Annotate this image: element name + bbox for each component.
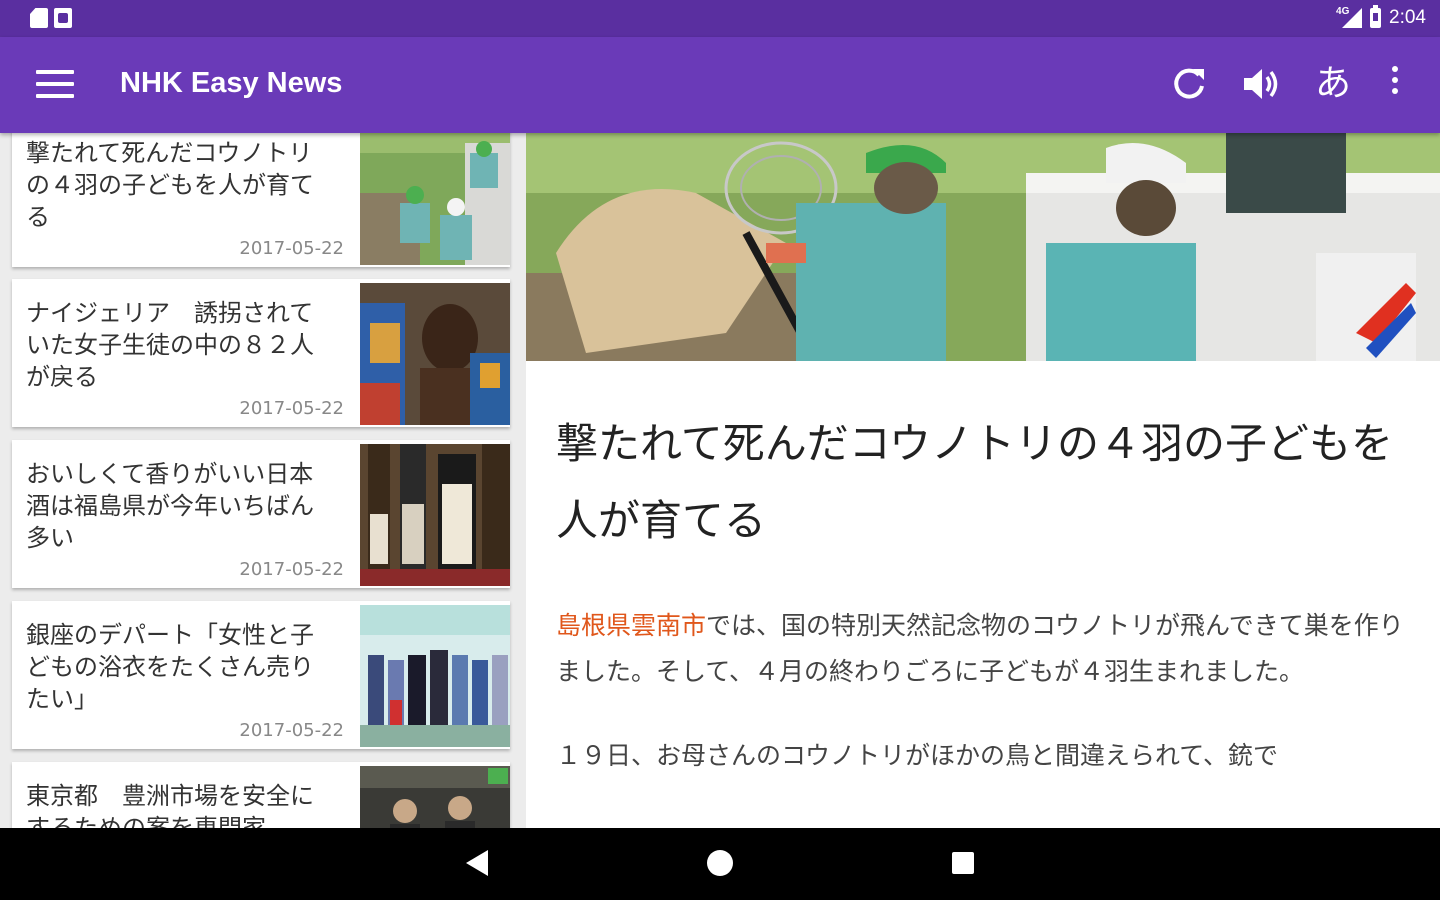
- app-title: NHK Easy News: [120, 67, 343, 99]
- menu-icon[interactable]: [36, 70, 74, 100]
- recents-icon[interactable]: [952, 852, 974, 874]
- article-card-date: 2017-05-22: [239, 238, 344, 259]
- article-card-title: 東京都 豊洲市場を安全にするための案を専門家: [26, 782, 314, 828]
- article-card[interactable]: 撃たれて死んだコウノトリの４羽の子どもを人が育てる 2017-05-22: [12, 133, 510, 267]
- photo-icon: [54, 8, 72, 28]
- signal-icon: 4G: [1336, 6, 1363, 28]
- navigation-bar: [0, 828, 1440, 900]
- battery-icon: [1370, 5, 1382, 28]
- article-card[interactable]: おいしくて香りがいい日本酒は福島県が今年いちばん多い 2017-05-22: [12, 440, 510, 588]
- article-thumbnail: [360, 444, 510, 586]
- clock: 2:04: [1389, 7, 1426, 28]
- article-card[interactable]: 東京都 豊洲市場を安全にするための案を専門家: [12, 762, 510, 828]
- place-name-link[interactable]: 島根県雲南市: [556, 611, 706, 640]
- article-card[interactable]: 銀座のデパート「女性と子どもの浴衣をたくさん売りたい」 2017-05-22: [12, 601, 510, 749]
- app-bar: NHK Easy News あ: [0, 37, 1440, 133]
- article-thumbnail: [360, 133, 510, 265]
- article-thumbnail: [360, 605, 510, 747]
- article-thumbnail: [360, 283, 510, 425]
- refresh-icon[interactable]: [1166, 61, 1212, 107]
- back-icon[interactable]: [466, 850, 488, 876]
- article-body: 島根県雲南市では、国の特別天然記念物のコウノトリが飛んできて巣を作りました。そし…: [556, 603, 1406, 817]
- article-thumbnail: [360, 766, 510, 828]
- article-card-title: おいしくて香りがいい日本酒は福島県が今年いちばん多い: [26, 460, 314, 552]
- article-title: 撃たれて死んだコウノトリの４羽の子どもを人が育てる: [556, 419, 1394, 545]
- article-card-title: 銀座のデパート「女性と子どもの浴衣をたくさん売りたい」: [26, 621, 314, 713]
- article-card-title: 撃たれて死んだコウノトリの４羽の子どもを人が育てる: [26, 139, 314, 231]
- sd-card-icon: [30, 8, 48, 28]
- article-card-date: 2017-05-22: [239, 398, 344, 419]
- article-card-title: ナイジェリア 誘拐されていた女子生徒の中の８２人が戻る: [26, 299, 314, 391]
- article-paragraph: １９日、お母さんのコウノトリがほかの鳥と間違えられて、銃で: [556, 741, 1279, 770]
- article-card-date: 2017-05-22: [239, 559, 344, 580]
- content-area: 撃たれて死んだコウノトリの４羽の子どもを人が育てる 2017-05-22 ナイジ…: [0, 133, 1440, 828]
- article-card[interactable]: ナイジェリア 誘拐されていた女子生徒の中の８２人が戻る 2017-05-22: [12, 279, 510, 427]
- volume-icon[interactable]: [1238, 61, 1284, 107]
- article-paragraph: 島根県雲南市では、国の特別天然記念物のコウノトリが飛んできて巣を作りました。そし…: [556, 603, 1406, 695]
- home-icon[interactable]: [707, 850, 733, 876]
- overflow-menu-icon[interactable]: [1376, 61, 1414, 107]
- status-bar: 4G 2:04: [0, 0, 1440, 37]
- article-hero-image: [526, 133, 1440, 363]
- article-detail[interactable]: 撃たれて死んだコウノトリの４羽の子どもを人が育てる 島根県雲南市では、国の特別天…: [526, 133, 1440, 828]
- article-list[interactable]: 撃たれて死んだコウノトリの４羽の子どもを人が育てる 2017-05-22 ナイジ…: [0, 133, 525, 828]
- article-card-date: 2017-05-22: [239, 720, 344, 741]
- kana-toggle-icon[interactable]: あ: [1310, 61, 1356, 107]
